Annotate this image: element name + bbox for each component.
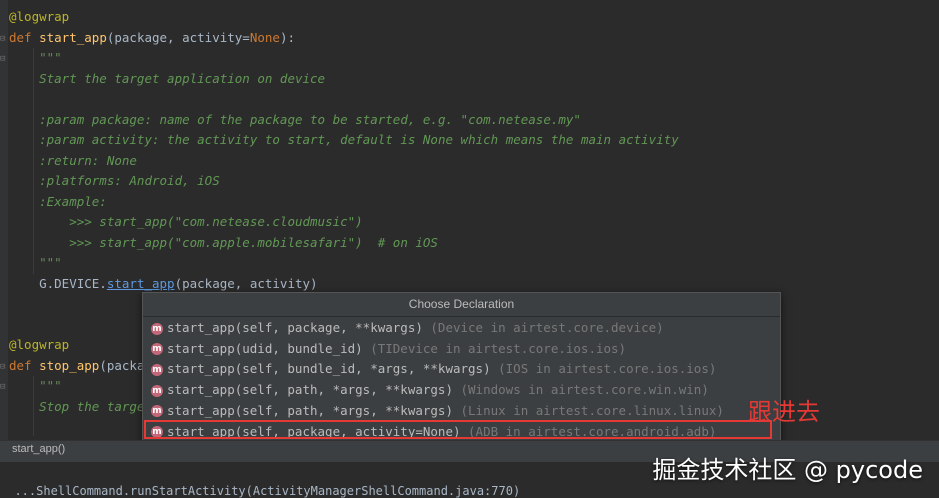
declaration-location: (Device in airtest.core.device) — [422, 320, 664, 335]
code-token: stop_app — [39, 357, 100, 373]
watermark: 掘金技术社区 @ pycode — [652, 456, 923, 484]
method-icon: m — [151, 322, 163, 335]
code-line[interactable]: >>> start_app("com.netease.cloudmusic") — [9, 212, 363, 232]
declaration-item[interactable]: m start_app(udid, bundle_id) (TIDevice in… — [143, 339, 780, 359]
declaration-signature: start_app(self, path, *args, **kwargs) — [167, 382, 453, 398]
declaration-location: (Windows in airtest.core.win.win) — [452, 382, 709, 398]
declaration-location: (TIDevice in airtest.core.ios.ios) — [362, 340, 627, 356]
code-token: (package, activity= — [106, 29, 250, 45]
code-line[interactable]: """ — [9, 376, 62, 396]
code-token: :platforms: Android, iOS — [9, 173, 220, 188]
code-token: None — [249, 29, 280, 45]
status-text: start_app() — [12, 443, 66, 455]
declaration-location: (IOS in airtest.core.ios.ios) — [490, 361, 717, 377]
code-token: :param package: name of the package to b… — [9, 111, 581, 127]
declaration-signature: start_app(self, bundle_id, *args, **kwar… — [167, 361, 491, 377]
annotation-highlight-box — [144, 420, 772, 439]
code-token: def — [9, 29, 40, 45]
code-token: @logwrap — [9, 337, 70, 352]
declaration-location: (Linux in airtest.core.linux.linux) — [452, 402, 724, 418]
code-token: """ — [9, 378, 62, 393]
fold-icon[interactable]: ⊟ — [0, 35, 7, 44]
method-icon: m — [151, 343, 163, 356]
declaration-signature: start_app(udid, bundle_id) — [167, 340, 363, 356]
code-token: start_app — [39, 29, 107, 45]
code-token: :return: None — [9, 152, 137, 168]
code-line[interactable]: @logwrap — [9, 7, 69, 27]
code-line[interactable]: G.DEVICE.start_app(package, activity) — [9, 274, 318, 294]
declaration-item[interactable]: m start_app(self, package, **kwargs) (Dev… — [143, 318, 780, 338]
declaration-signature: start_app(self, package, **kwargs) — [167, 320, 423, 335]
fold-icon[interactable]: ⊟ — [0, 363, 7, 372]
code-token: :param activity: the activity to start, … — [9, 132, 679, 147]
code-token: """ — [9, 50, 62, 65]
code-line[interactable]: """ — [9, 48, 62, 68]
code-token: def — [9, 357, 40, 373]
code-line[interactable]: def stop_app(packa — [9, 356, 144, 376]
code-token: Start the target application on device — [9, 70, 326, 86]
editor-gutter[interactable] — [0, 0, 8, 440]
method-icon: m — [151, 384, 163, 397]
annotation-text: 跟进去 — [748, 398, 820, 426]
popup-title: Choose Declaration — [143, 293, 780, 317]
declaration-signature: start_app(self, path, *args, **kwargs) — [167, 402, 453, 418]
code-token: >>> start_app("com.netease.cloudmusic") — [9, 214, 363, 229]
code-token: @logwrap — [9, 9, 70, 24]
code-token: :Example: — [9, 193, 107, 209]
code-line[interactable]: :platforms: Android, iOS — [9, 171, 220, 191]
code-token: """ — [9, 255, 62, 270]
code-line[interactable]: Start the target application on device — [9, 69, 325, 89]
code-token: (packa — [99, 357, 145, 373]
code-token: ): — [279, 29, 296, 45]
fold-icon[interactable]: ⊟ — [0, 55, 7, 64]
code-line[interactable]: :param package: name of the package to b… — [9, 110, 581, 130]
declaration-item[interactable]: m start_app(self, path, *args, **kwargs) … — [143, 401, 780, 421]
method-icon: m — [151, 405, 163, 418]
declaration-item[interactable]: m start_app(self, bundle_id, *args, **kwa… — [143, 359, 780, 379]
method-icon: m — [151, 363, 163, 376]
code-line[interactable]: Stop the targe — [9, 397, 144, 417]
fold-icon[interactable]: ⊟ — [0, 383, 7, 392]
code-line[interactable]: @logwrap — [9, 335, 69, 355]
declaration-item[interactable]: m start_app(self, path, *args, **kwargs) … — [143, 380, 780, 400]
code-line[interactable]: :return: None — [9, 151, 137, 171]
code-token: G.DEVICE. — [9, 275, 107, 291]
code-link[interactable]: start_app — [107, 276, 175, 291]
code-line[interactable]: :Example: — [9, 192, 107, 212]
code-line[interactable]: :param activity: the activity to start, … — [9, 130, 679, 150]
code-token: Stop the targe — [9, 398, 145, 414]
code-line[interactable]: def start_app(package, activity=None): — [9, 28, 295, 48]
code-line[interactable]: """ — [9, 253, 62, 273]
code-line[interactable]: >>> start_app("com.apple.mobilesafari") … — [9, 233, 438, 253]
code-token: >>> start_app("com.apple.mobilesafari") … — [9, 234, 438, 250]
code-token: (package, activity) — [174, 275, 318, 291]
